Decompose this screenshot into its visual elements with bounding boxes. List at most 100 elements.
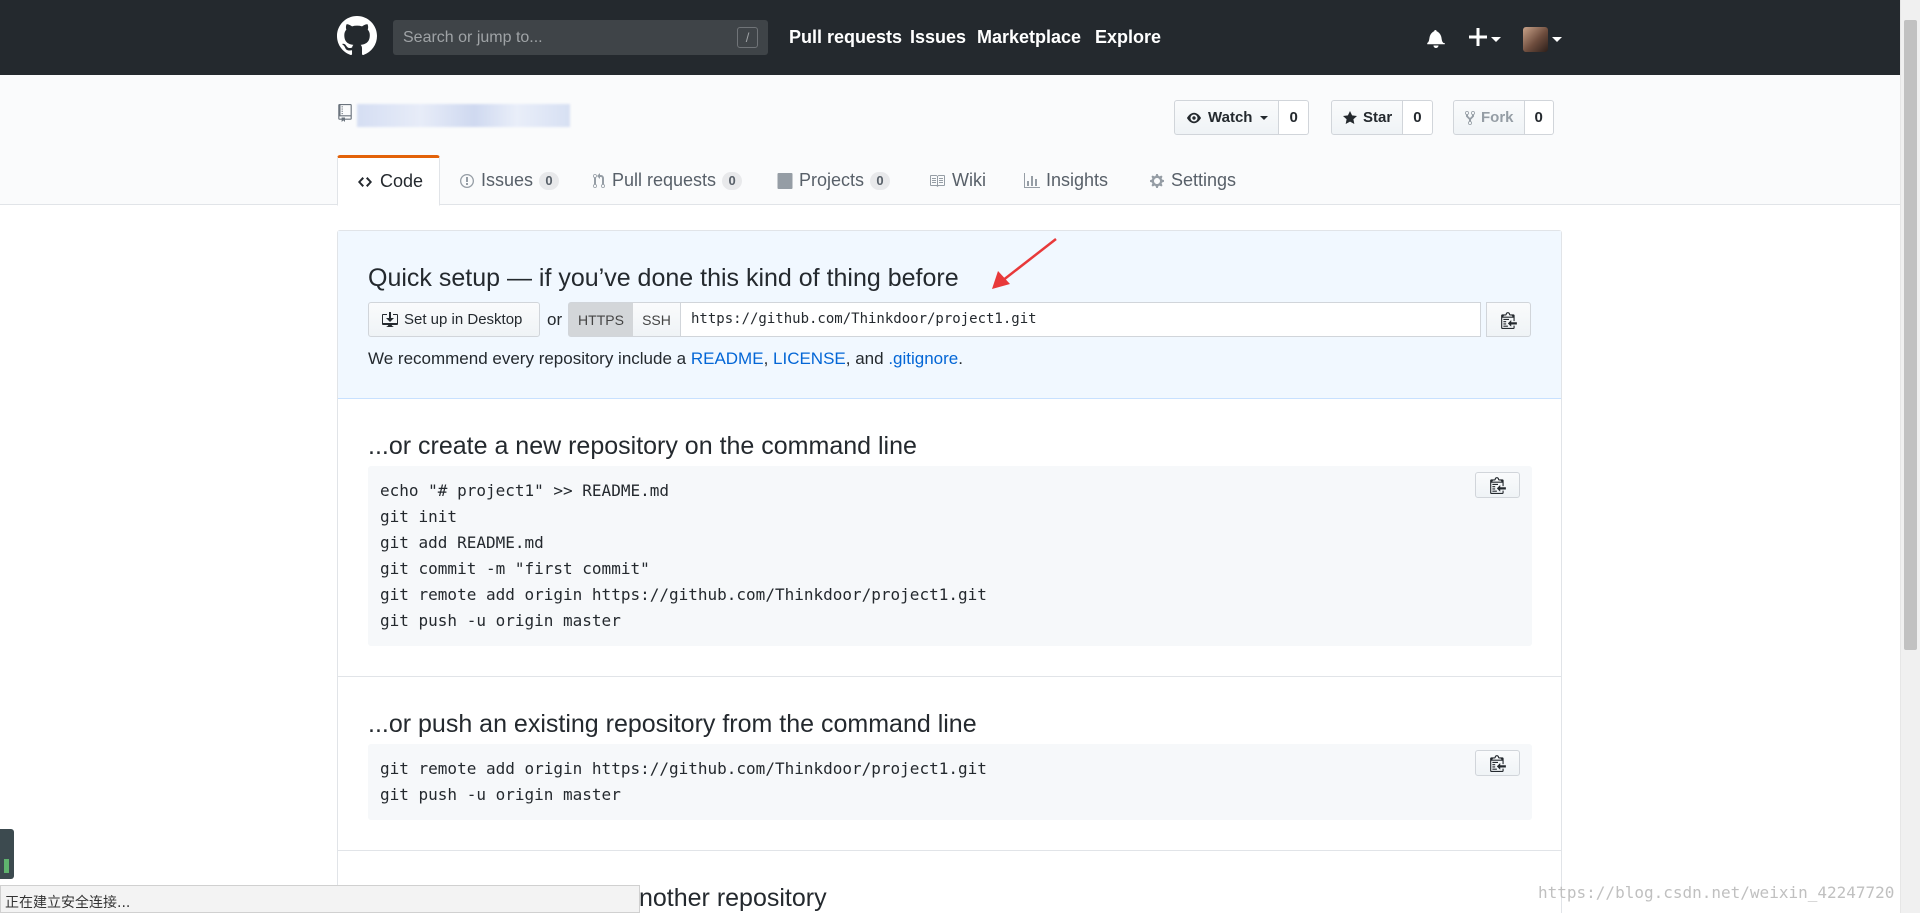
new-repo-title: ...or create a new repository on the com… <box>368 432 917 460</box>
search-placeholder: Search or jump to... <box>403 29 543 46</box>
tab-projects-label: Projects <box>799 170 865 190</box>
tab-pull-requests[interactable]: Pull requests 0 <box>580 156 754 205</box>
repo-icon <box>338 104 352 122</box>
global-header: Search or jump to... / Pull requests Iss… <box>0 0 1900 75</box>
tab-issues[interactable]: Issues 0 <box>447 156 571 205</box>
tab-issues-label: Issues <box>481 170 534 190</box>
tab-wiki-label: Wiki <box>952 170 986 190</box>
graph-icon <box>1024 172 1040 188</box>
push-existing-section: ...or push an existing repository from t… <box>338 677 1561 851</box>
eye-icon <box>1187 112 1201 123</box>
readme-link[interactable]: README <box>691 349 764 368</box>
setup-panel: Quick setup — if you’ve done this kind o… <box>337 230 1562 913</box>
recommend-prefix: We recommend every repository include a <box>368 349 691 368</box>
tab-pull-requests-label: Pull requests <box>612 170 717 190</box>
quick-setup-title: Quick setup — if you’ve done this kind o… <box>368 264 959 292</box>
code-line: echo "# project1" >> README.md <box>380 481 669 500</box>
search-input[interactable]: Search or jump to... / <box>393 20 768 55</box>
star-count[interactable]: 0 <box>1403 100 1433 135</box>
annotation-arrow-icon <box>992 238 1057 289</box>
clone-url-input[interactable]: https://github.com/Thinkdoor/project1.gi… <box>680 302 1481 337</box>
project-icon <box>777 172 793 189</box>
setup-desktop-button[interactable]: Set up in Desktop <box>368 302 540 337</box>
clipboard-icon <box>1489 755 1506 772</box>
ssh-toggle[interactable]: SSH <box>633 302 681 337</box>
tab-insights-label: Insights <box>1046 170 1109 190</box>
tab-code-label: Code <box>380 171 424 191</box>
tab-projects-counter: 0 <box>870 171 891 190</box>
watermark: https://blog.csdn.net/weixin_42247720 <box>1538 883 1895 902</box>
code-line: git remote add origin https://github.com… <box>380 585 987 604</box>
avatar[interactable] <box>1523 27 1548 52</box>
plus-icon[interactable] <box>1469 28 1487 46</box>
push-existing-title: ...or push an existing repository from t… <box>368 710 977 738</box>
tab-insights[interactable]: Insights <box>1012 156 1120 205</box>
fork-label: Fork <box>1481 109 1514 126</box>
watch-caret-icon <box>1260 115 1269 120</box>
star-label: Star <box>1363 109 1393 126</box>
new-repo-section: ...or create a new repository on the com… <box>338 399 1561 677</box>
code-line: git add README.md <box>380 533 544 552</box>
scrollbar-thumb[interactable] <box>1904 20 1917 650</box>
tab-wiki[interactable]: Wiki <box>916 156 998 205</box>
star-button[interactable]: Star <box>1331 100 1404 135</box>
bell-icon[interactable] <box>1427 28 1445 48</box>
nav-pull-requests[interactable]: Pull requests <box>789 27 902 48</box>
new-repo-code-block[interactable]: echo "# project1" >> README.md git init … <box>368 466 1532 646</box>
code-line: git push -u origin master <box>380 611 621 630</box>
tab-projects[interactable]: Projects 0 <box>765 156 902 205</box>
or-label: or <box>547 310 563 329</box>
tab-settings-label: Settings <box>1171 170 1237 190</box>
fork-count[interactable]: 0 <box>1524 100 1554 135</box>
star-icon <box>1343 110 1357 124</box>
fork-button-group: Fork 0 <box>1453 100 1554 135</box>
nav-explore[interactable]: Explore <box>1095 27 1161 48</box>
issue-icon <box>460 173 474 188</box>
github-logo-icon[interactable] <box>337 16 377 56</box>
recommend-and: , and <box>845 349 889 368</box>
star-button-group: Star 0 <box>1331 100 1433 135</box>
pull-request-icon <box>593 172 605 188</box>
watch-button-group: Watch 0 <box>1174 100 1309 135</box>
code-line: git push -u origin master <box>380 785 621 804</box>
import-title-partial: nother repository <box>639 884 827 912</box>
gitignore-link[interactable]: .gitignore <box>888 349 958 368</box>
code-icon <box>358 176 372 187</box>
recommend-comma: , <box>763 349 774 368</box>
tab-issues-counter: 0 <box>539 171 560 190</box>
plus-caret-icon[interactable] <box>1491 37 1501 42</box>
tab-settings[interactable]: Settings <box>1137 156 1248 205</box>
nav-marketplace[interactable]: Marketplace <box>977 27 1081 48</box>
watch-button[interactable]: Watch <box>1174 100 1280 135</box>
code-line: git remote add origin https://github.com… <box>380 759 987 778</box>
desktop-download-icon <box>382 311 398 327</box>
vertical-scrollbar[interactable] <box>1900 0 1920 913</box>
copy-push-existing-button[interactable] <box>1475 750 1520 776</box>
browser-status-bar: 正在建立安全连接... <box>0 885 640 913</box>
tab-pull-requests-counter: 0 <box>722 171 743 190</box>
setup-desktop-label: Set up in Desktop <box>404 311 523 328</box>
push-existing-code-block[interactable]: git remote add origin https://github.com… <box>368 744 1532 820</box>
license-link[interactable]: LICENSE <box>773 349 846 368</box>
tab-code[interactable]: Code <box>337 155 440 206</box>
clipboard-icon <box>1489 477 1506 494</box>
recommend-period: . <box>958 349 963 368</box>
code-line: git commit -m "first commit" <box>380 559 650 578</box>
nav-issues[interactable]: Issues <box>910 27 966 48</box>
fork-button[interactable]: Fork <box>1453 100 1525 135</box>
side-widget <box>0 829 14 879</box>
copy-url-button[interactable] <box>1486 302 1531 337</box>
fork-icon <box>1465 110 1475 125</box>
book-icon <box>930 174 945 187</box>
watch-label: Watch <box>1208 109 1253 126</box>
gear-icon <box>1150 173 1164 188</box>
recommend-text: We recommend every repository include a … <box>368 349 963 369</box>
avatar-caret-icon[interactable] <box>1552 37 1562 42</box>
https-toggle[interactable]: HTTPS <box>568 302 634 337</box>
watch-count[interactable]: 0 <box>1279 100 1309 135</box>
clipboard-icon <box>1500 311 1517 329</box>
repo-name-redacted <box>357 104 570 127</box>
search-shortcut-hint: / <box>737 27 758 48</box>
quick-setup-section: Quick setup — if you’ve done this kind o… <box>338 231 1561 399</box>
copy-new-repo-button[interactable] <box>1475 472 1520 498</box>
